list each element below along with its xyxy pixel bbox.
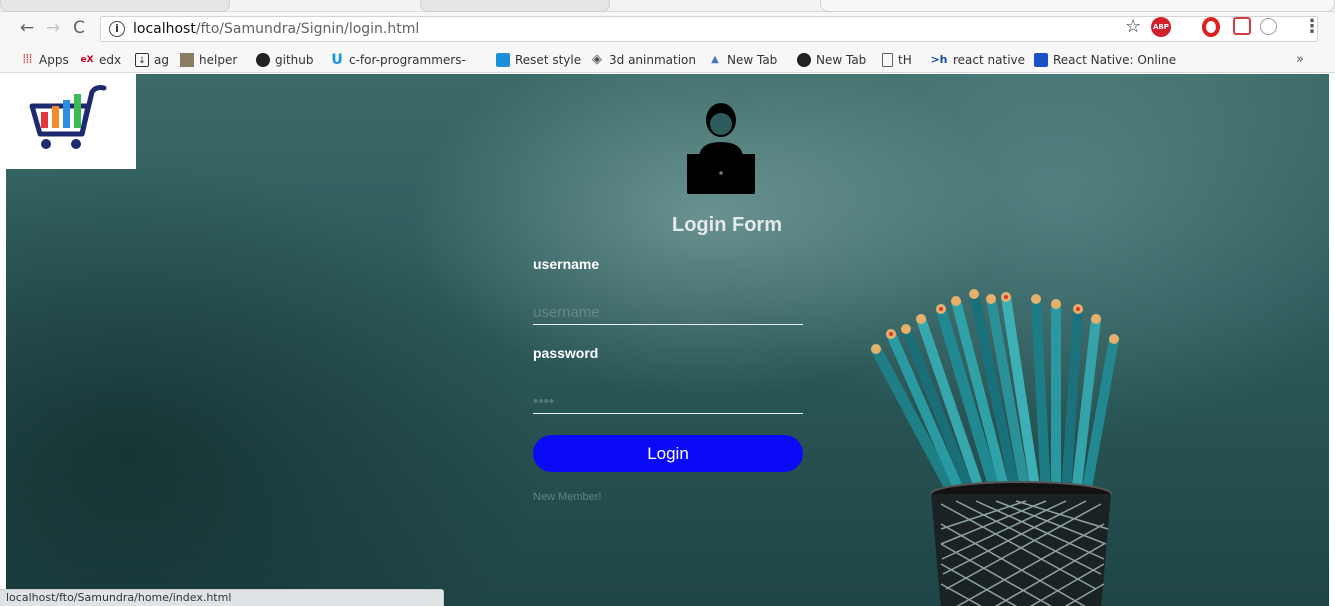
status-bar-url: localhost/fto/Samundra/home/index.html — [0, 589, 444, 606]
bookmark-c-for-programmers[interactable]: Uc-for-programmers- — [330, 51, 466, 68]
bookmarks-bar: ⁞⁞⁞ Apps eX edx ↓ ag helper github Uc-for-p… — [0, 46, 1335, 73]
bookmark-helper[interactable]: helper — [180, 51, 237, 68]
opera-icon[interactable] — [1202, 17, 1220, 37]
bookmark-label: New Tab — [727, 52, 778, 67]
bookmark-edx[interactable]: eX edx — [80, 51, 121, 68]
bookmarks-more-icon[interactable]: » — [1296, 51, 1304, 68]
password-input[interactable] — [533, 390, 803, 414]
bookmark-label: github — [275, 52, 314, 67]
bookmark-label: helper — [199, 52, 238, 67]
bookmark-label: tH — [898, 52, 912, 67]
browser-tab[interactable] — [420, 0, 610, 12]
bookmark-react-native-online[interactable]: React Native: Online — [1034, 51, 1176, 68]
bookmark-label: c-for-programmers- — [349, 52, 466, 67]
bookmark-ag[interactable]: ↓ ag — [135, 51, 169, 68]
username-label: username — [533, 256, 600, 272]
login-button[interactable]: Login — [533, 435, 803, 472]
bookmark-star-icon[interactable]: ☆ — [1125, 17, 1141, 37]
reset-icon — [496, 52, 510, 67]
bookmark-th[interactable]: tH — [882, 51, 912, 68]
bookmark-3d-animation[interactable]: ◈ 3d aninmation — [590, 51, 696, 68]
bookmark-label: Apps — [39, 52, 69, 67]
browser-tab[interactable] — [0, 0, 230, 12]
address-url[interactable]: localhost/fto/Samundra/Signin/login.html — [133, 21, 419, 37]
user-laptop-icon — [687, 103, 755, 194]
bookmark-label: ag — [154, 52, 169, 67]
github-icon — [797, 52, 811, 67]
bookmark-apps[interactable]: ⁞⁞⁞ Apps — [20, 51, 69, 68]
adblock-icon[interactable]: ABP — [1151, 17, 1171, 37]
password-label: password — [533, 345, 599, 361]
bookmark-label: React Native: Online — [1053, 52, 1177, 67]
form-title: Login Form — [672, 214, 782, 236]
download-icon: ↓ — [135, 52, 149, 67]
bookmark-label: react native — [953, 52, 1026, 67]
edx-icon: eX — [80, 54, 94, 65]
bookmark-react-native[interactable]: >h react native — [930, 51, 1025, 68]
tab-strip — [0, 0, 1335, 12]
username-input[interactable] — [533, 301, 803, 325]
forward-arrow-icon[interactable]: → — [42, 17, 64, 39]
shopping-cart-icon — [29, 85, 107, 149]
apps-grid-icon: ⁞⁞⁞ — [22, 51, 32, 67]
login-page: Login Form username password Login New M… — [6, 74, 1329, 606]
bookmark-new-tab[interactable]: ▲ New Tab — [708, 51, 777, 68]
bookmark-label: Reset style — [515, 52, 582, 67]
cart-logo[interactable] — [6, 74, 136, 169]
url-path: /fto/Samundra/Signin/login.html — [195, 21, 420, 37]
url-host: localhost — [133, 21, 196, 37]
extension-icon[interactable] — [1260, 18, 1277, 35]
back-arrow-icon[interactable]: ← — [16, 17, 38, 39]
diamond-icon: ◈ — [592, 51, 602, 67]
browser-toolbar: ← → C i localhost/fto/Samundra/Signin/lo… — [0, 12, 1335, 46]
newtab-icon: ▲ — [711, 53, 719, 65]
pocket-icon[interactable] — [1233, 17, 1251, 35]
bookmark-label: New Tab — [816, 52, 867, 67]
new-member-link[interactable]: New Member! — [533, 491, 601, 503]
bookmark-label: 3d aninmation — [609, 52, 696, 67]
pencil-cup-image — [870, 289, 1119, 606]
github-icon — [256, 52, 270, 67]
bookmark-new-tab-github[interactable]: New Tab — [797, 51, 866, 68]
browser-tab-active[interactable] — [820, 0, 1335, 12]
th-icon: >h — [930, 52, 948, 66]
kebab-menu-icon[interactable]: ⋮ — [1303, 17, 1321, 37]
udacity-icon: U — [331, 51, 343, 68]
bookmark-reset-style[interactable]: Reset style — [496, 51, 581, 68]
bookmark-github[interactable]: github — [256, 51, 313, 68]
document-icon — [882, 52, 893, 67]
rn-icon — [1034, 52, 1048, 67]
reload-icon[interactable]: C — [68, 17, 90, 39]
image-icon — [180, 52, 194, 67]
info-icon[interactable]: i — [109, 21, 125, 37]
bookmark-label: edx — [99, 52, 122, 67]
